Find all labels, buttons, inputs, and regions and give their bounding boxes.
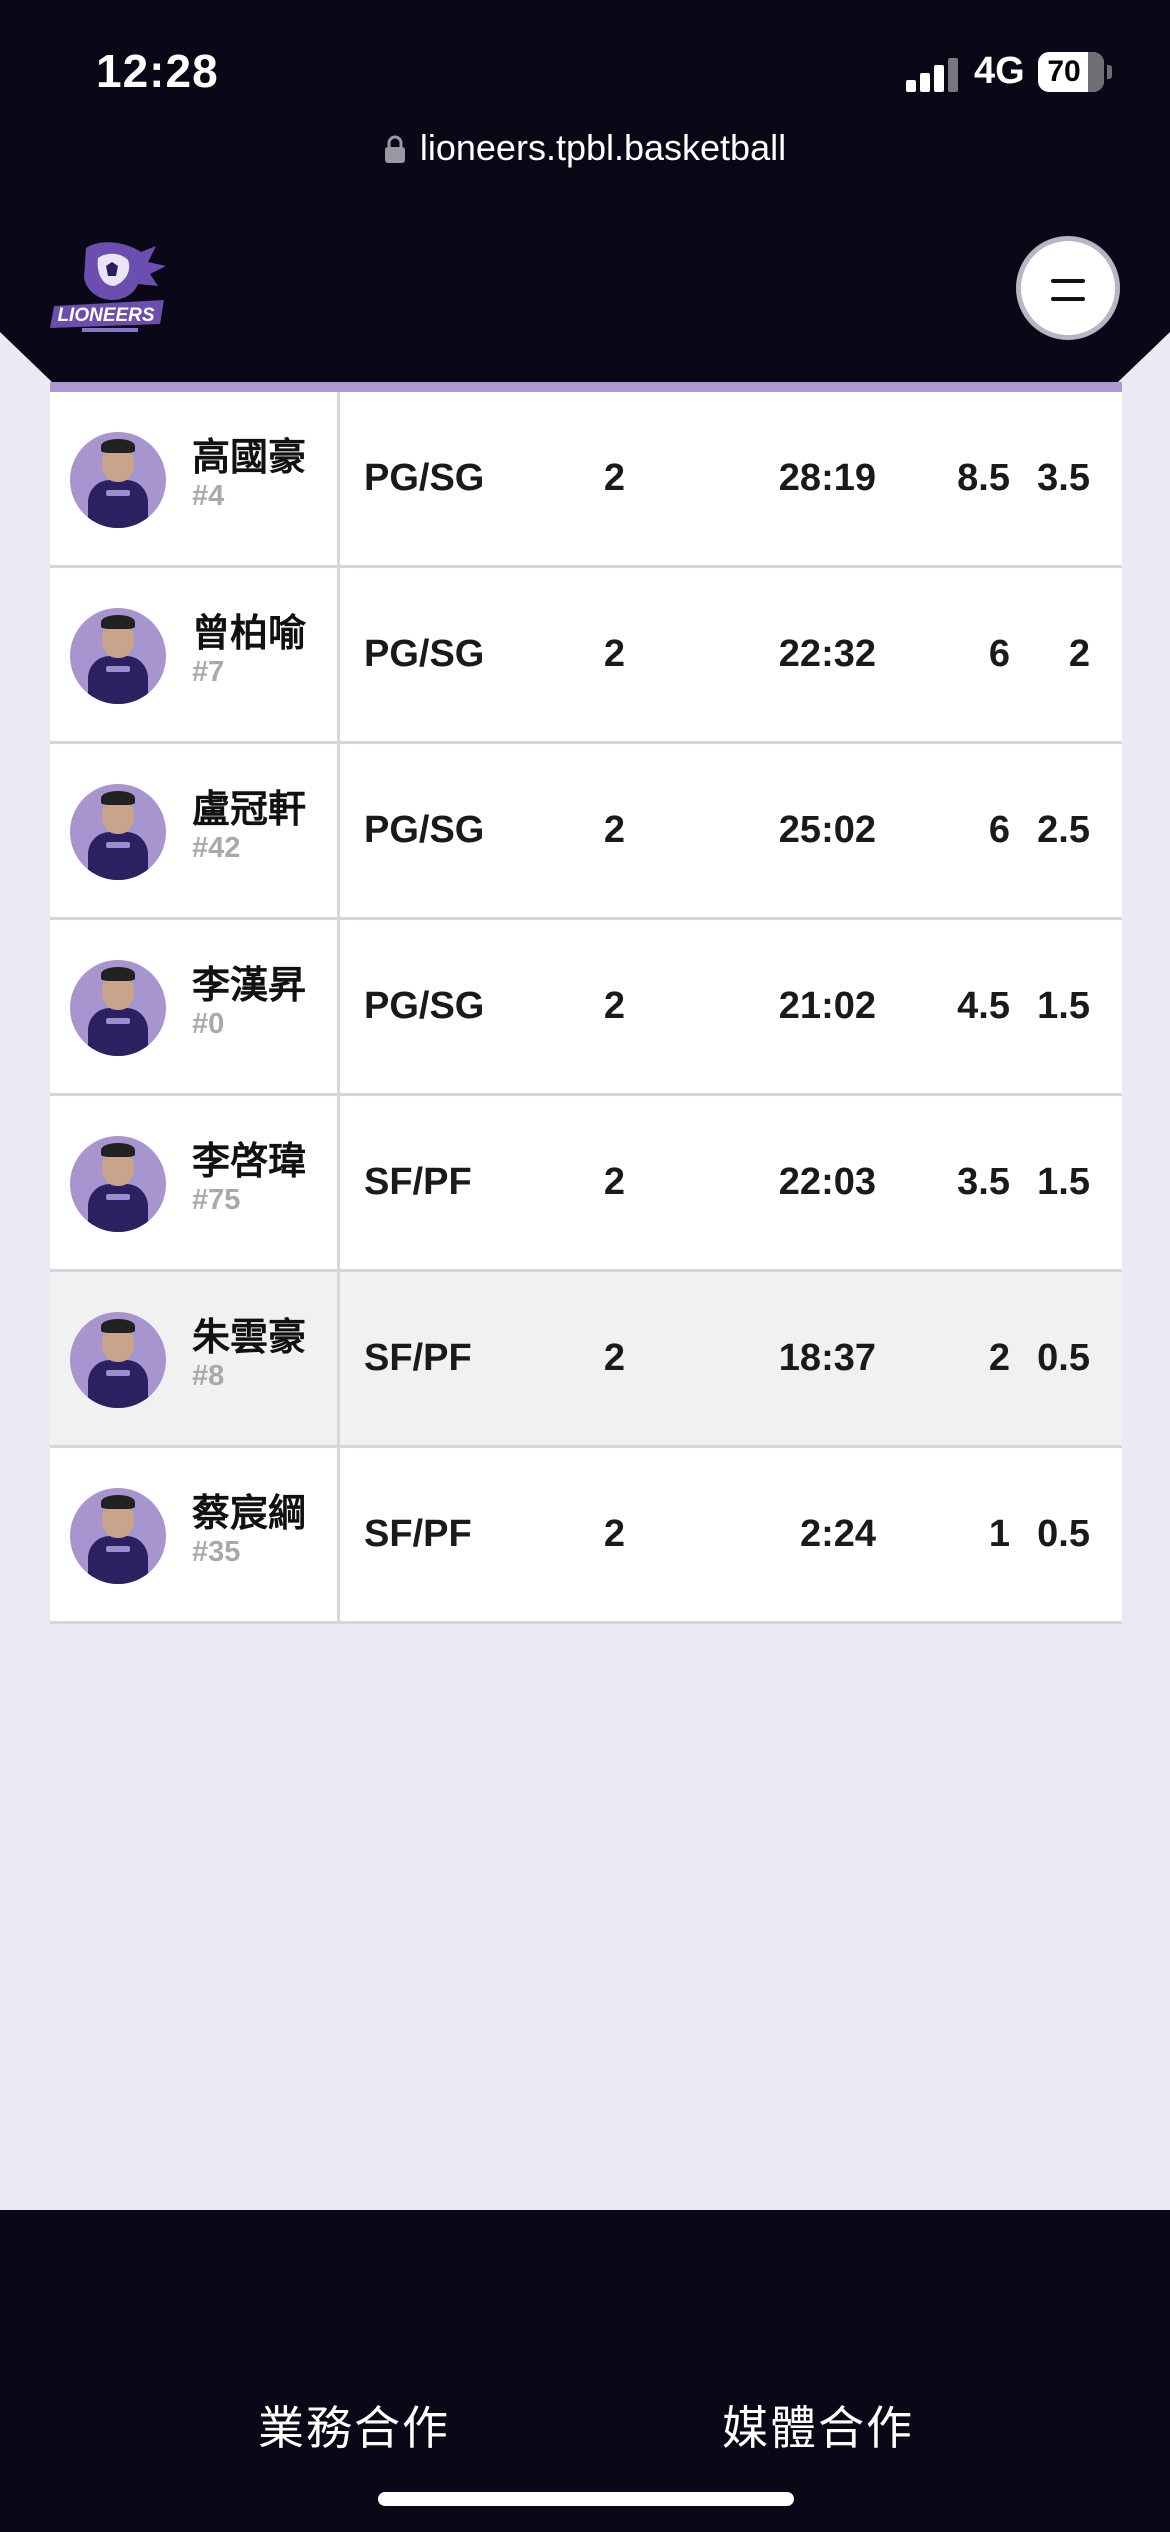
table-row[interactable]: 李漢昇 #0 PG/SG 2 21:02 4.5 1.5 bbox=[50, 920, 1122, 1096]
player-cell[interactable]: 蔡宸綱 #35 bbox=[50, 1448, 340, 1621]
points-stat: 6 bbox=[988, 633, 1010, 675]
menu-button[interactable] bbox=[1016, 236, 1120, 340]
home-indicator bbox=[378, 2492, 794, 2506]
player-avatar bbox=[70, 960, 166, 1056]
points-stat: 8.5 bbox=[957, 457, 1010, 499]
player-avatar bbox=[70, 784, 166, 880]
table-row[interactable]: 曾柏喻 #7 PG/SG 2 22:32 6 2 bbox=[50, 568, 1122, 744]
player-name: 朱雲豪 bbox=[192, 1315, 307, 1359]
player-avatar bbox=[70, 1312, 166, 1408]
table-header-strip bbox=[50, 382, 1122, 392]
player-cell[interactable]: 李漢昇 #0 bbox=[50, 920, 340, 1093]
player-position: PG/SG bbox=[364, 809, 485, 851]
address-bar[interactable]: lioneers.tpbl.basketball bbox=[0, 122, 1170, 174]
network-type: 4G bbox=[974, 50, 1025, 92]
minutes-played: 2:24 bbox=[799, 1513, 876, 1555]
player-position: SF/PF bbox=[364, 1513, 472, 1555]
minutes-played: 25:02 bbox=[778, 809, 876, 851]
player-avatar bbox=[70, 432, 166, 528]
jersey-number: #0 bbox=[192, 1008, 225, 1040]
player-cell[interactable]: 高國豪 #4 bbox=[50, 392, 340, 565]
points-stat: 6 bbox=[988, 809, 1010, 851]
points-stat: 4.5 bbox=[957, 985, 1010, 1027]
player-name: 蔡宸綱 bbox=[192, 1491, 307, 1535]
rebounds-stat: 3.5 bbox=[1037, 457, 1090, 499]
player-cell[interactable]: 朱雲豪 #8 bbox=[50, 1272, 340, 1445]
minutes-played: 22:03 bbox=[778, 1161, 876, 1203]
minutes-played: 18:37 bbox=[778, 1337, 876, 1379]
games-played: 2 bbox=[603, 1513, 625, 1555]
table-row[interactable]: 高國豪 #4 PG/SG 2 28:19 8.5 3.5 bbox=[50, 392, 1122, 568]
lioneers-logo[interactable]: LIONEERS bbox=[46, 240, 172, 336]
rebounds-stat: 2 bbox=[1068, 633, 1090, 675]
cellular-signal-icon bbox=[906, 56, 958, 92]
site-footer bbox=[0, 2210, 1170, 2532]
games-played: 2 bbox=[603, 985, 625, 1027]
player-cell[interactable]: 李啓瑋 #75 bbox=[50, 1096, 340, 1269]
minutes-played: 28:19 bbox=[778, 457, 876, 499]
jersey-number: #75 bbox=[192, 1184, 241, 1216]
table-row[interactable]: 盧冠軒 #42 PG/SG 2 25:02 6 2.5 bbox=[50, 744, 1122, 920]
games-played: 2 bbox=[603, 809, 625, 851]
business-cooperation-link[interactable]: 業務合作 bbox=[258, 2392, 450, 2458]
rebounds-stat: 1.5 bbox=[1037, 1161, 1090, 1203]
points-stat: 2 bbox=[988, 1337, 1010, 1379]
status-bar: 12:28 4G 70 bbox=[0, 0, 1170, 120]
rebounds-stat: 0.5 bbox=[1037, 1337, 1090, 1379]
menu-icon bbox=[1051, 279, 1085, 283]
player-position: SF/PF bbox=[364, 1337, 472, 1379]
jersey-number: #35 bbox=[192, 1536, 241, 1568]
player-name: 曾柏喻 bbox=[192, 611, 307, 655]
player-name: 盧冠軒 bbox=[192, 787, 307, 831]
player-stats-table: 高國豪 #4 PG/SG 2 28:19 8.5 3.5 曾柏喻 #7 PG/S… bbox=[50, 382, 1122, 1624]
logo-text: LIONEERS bbox=[57, 305, 154, 326]
minutes-played: 21:02 bbox=[778, 985, 876, 1027]
rebounds-stat: 2.5 bbox=[1037, 809, 1090, 851]
points-stat: 3.5 bbox=[957, 1161, 1010, 1203]
games-played: 2 bbox=[603, 633, 625, 675]
status-time: 12:28 bbox=[96, 45, 219, 97]
player-avatar bbox=[70, 1488, 166, 1584]
player-name: 高國豪 bbox=[192, 435, 307, 479]
rebounds-stat: 1.5 bbox=[1037, 985, 1090, 1027]
jersey-number: #4 bbox=[192, 480, 225, 512]
player-position: PG/SG bbox=[364, 985, 485, 1027]
player-avatar bbox=[70, 608, 166, 704]
table-row[interactable]: 蔡宸綱 #35 SF/PF 2 2:24 1 0.5 bbox=[50, 1448, 1122, 1624]
player-position: PG/SG bbox=[364, 457, 485, 499]
player-name: 李啓瑋 bbox=[192, 1139, 307, 1183]
player-name: 李漢昇 bbox=[192, 963, 307, 1007]
player-position: PG/SG bbox=[364, 633, 485, 675]
table-row[interactable]: 朱雲豪 #8 SF/PF 2 18:37 2 0.5 bbox=[50, 1272, 1122, 1448]
jersey-number: #8 bbox=[192, 1360, 225, 1392]
battery-level: 70 bbox=[1047, 55, 1081, 88]
minutes-played: 22:32 bbox=[778, 633, 876, 675]
player-position: SF/PF bbox=[364, 1161, 472, 1203]
rebounds-stat: 0.5 bbox=[1037, 1513, 1090, 1555]
battery-icon: 70 bbox=[1038, 52, 1112, 92]
games-played: 2 bbox=[603, 1337, 625, 1379]
player-avatar bbox=[70, 1136, 166, 1232]
table-row[interactable]: 李啓瑋 #75 SF/PF 2 22:03 3.5 1.5 bbox=[50, 1096, 1122, 1272]
jersey-number: #42 bbox=[192, 832, 241, 864]
games-played: 2 bbox=[603, 1161, 625, 1203]
games-played: 2 bbox=[603, 457, 625, 499]
player-cell[interactable]: 曾柏喻 #7 bbox=[50, 568, 340, 741]
points-stat: 1 bbox=[988, 1513, 1010, 1555]
player-cell[interactable]: 盧冠軒 #42 bbox=[50, 744, 340, 917]
url-text: lioneers.tpbl.basketball bbox=[419, 127, 787, 168]
jersey-number: #7 bbox=[192, 656, 225, 688]
lock-icon bbox=[384, 135, 405, 163]
media-cooperation-link[interactable]: 媒體合作 bbox=[722, 2392, 914, 2458]
